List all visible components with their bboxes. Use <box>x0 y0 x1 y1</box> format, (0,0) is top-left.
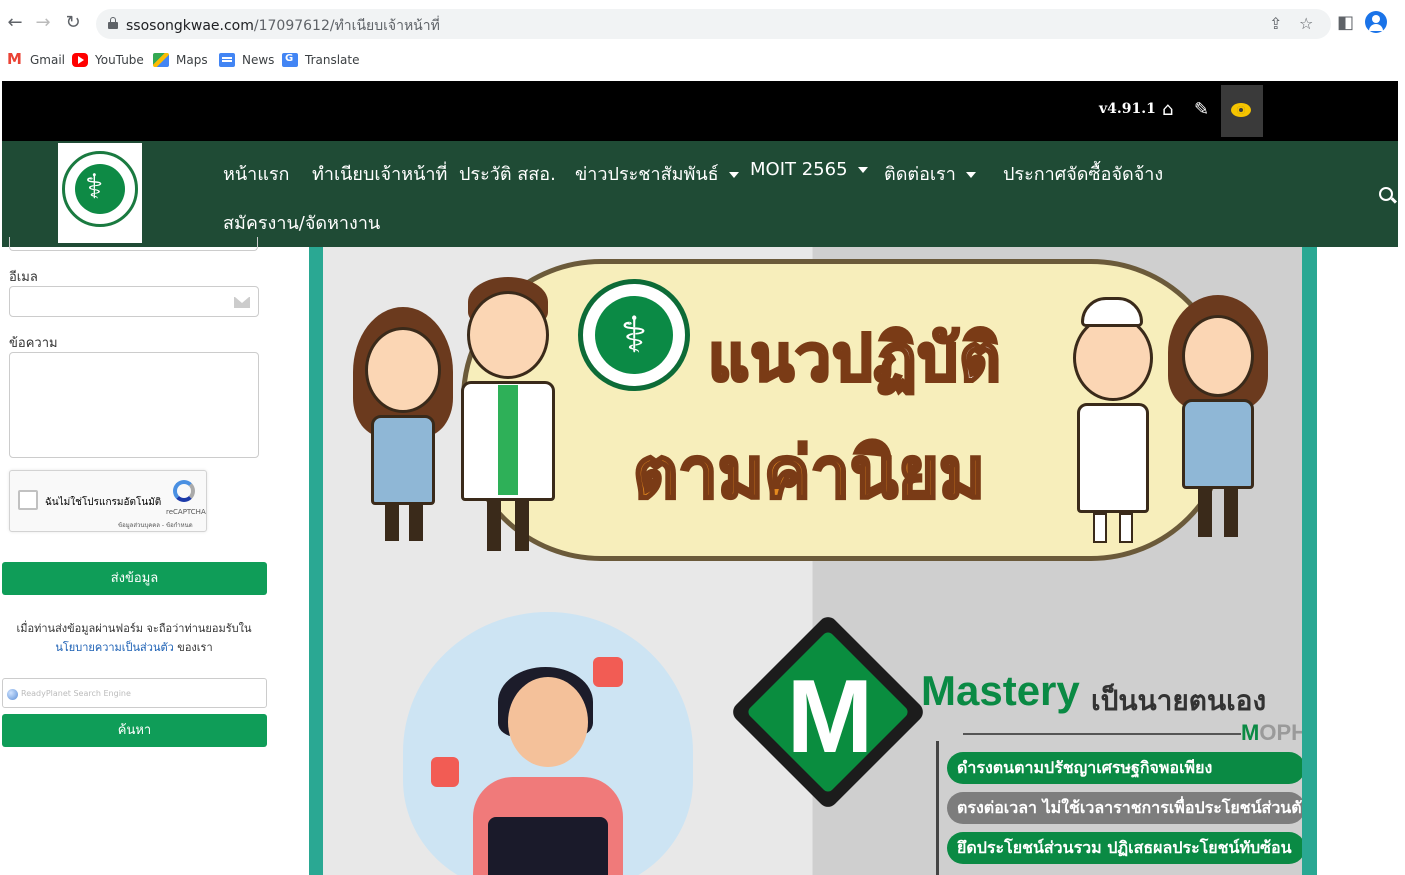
eye-icon <box>1231 103 1251 117</box>
profile-avatar-icon[interactable] <box>1365 11 1387 33</box>
moph-wordmark: MOPH <box>1241 720 1302 745</box>
illustration-woman-face <box>508 677 588 767</box>
nav-item-procurement[interactable]: ประกาศจัดซื้อจัดจ้าง <box>1003 159 1163 188</box>
translate-icon <box>282 53 298 67</box>
home-icon[interactable]: ⌂ <box>1162 99 1173 120</box>
address-bar[interactable]: ssosongkwae.com/17097612/ทำเนียบเจ้าหน้า… <box>96 9 1331 39</box>
cartoon-nurse-icon <box>1063 297 1163 547</box>
banner-title-line2: ตามค่านิยม <box>631 431 986 516</box>
submit-button[interactable]: ส่งข้อมูล <box>2 562 267 595</box>
cartoon-staff-woman-icon <box>353 307 453 547</box>
recaptcha-brand: reCAPTCHA <box>166 508 206 516</box>
nav-item-moit[interactable]: MOIT 2565 <box>750 159 868 180</box>
megaphone-icon <box>431 757 459 787</box>
values-banner: ⚕ แนวปฏิบัติ ตามค่านิยม M Mastery เป็นนา… <box>309 247 1317 875</box>
search-icon[interactable] <box>1379 187 1393 201</box>
banner-image: ⚕ แนวปฏิบัติ ตามค่านิยม M Mastery เป็นนา… <box>323 247 1302 875</box>
maps-icon <box>153 53 169 67</box>
nav-item-contact[interactable]: ติดต่อเรา <box>884 159 976 188</box>
privacy-policy-link[interactable]: นโยบายความเป็นส่วนตัว <box>55 641 173 654</box>
bookmark-maps[interactable]: Maps <box>153 53 208 67</box>
moph-divider <box>963 733 1241 735</box>
name-field[interactable] <box>9 237 258 251</box>
nav-item-home[interactable]: หน้าแรก <box>223 159 289 188</box>
recaptcha-links[interactable]: ข้อมูลส่วนบุคคล - ข้อกำหนด <box>118 520 193 530</box>
reload-icon[interactable]: ↻ <box>62 12 84 34</box>
email-field[interactable] <box>9 286 259 317</box>
site-search-input[interactable]: ReadyPlanet Search Engine <box>2 678 267 708</box>
slogan-1: ดำรงตนตามปรัชญาเศรษฐกิจพอเพียง <box>947 752 1302 784</box>
back-arrow-icon[interactable]: ← <box>4 12 26 34</box>
readyplanet-logo-icon <box>7 689 18 700</box>
bookmark-news[interactable]: News <box>219 53 274 67</box>
caret-down-icon <box>728 172 739 178</box>
star-icon[interactable]: ☆ <box>1299 14 1313 33</box>
bookmark-youtube[interactable]: YouTube <box>72 53 144 67</box>
caret-down-icon <box>965 172 976 178</box>
side-panel-icon[interactable]: ◧ <box>1337 12 1354 33</box>
bookmark-gmail[interactable]: Gmail <box>7 50 65 68</box>
nav-item-staff-directory[interactable]: ทำเนียบเจ้าหน้าที่ <box>312 159 447 188</box>
message-label: ข้อความ <box>9 336 58 351</box>
nav-item-news[interactable]: ข่าวประชาสัมพันธ์ <box>575 159 739 188</box>
mastery-title: Mastery <box>921 667 1080 714</box>
mastery-thai-title: เป็นนายตนเอง <box>1091 684 1267 717</box>
bookmark-translate[interactable]: Translate <box>282 53 360 67</box>
browser-toolbar: ← → ↻ ssosongkwae.com/17097612/ทำเนียบเจ… <box>0 0 1405 44</box>
lock-icon <box>108 17 118 29</box>
accessibility-eye-button[interactable] <box>1221 85 1263 137</box>
chat-bubble-icon <box>593 657 623 687</box>
version-label: v4.91.1 <box>1099 101 1156 117</box>
privacy-note: เมื่อท่านส่งข้อมูลผ่านฟอร์ม จะถือว่าท่าน… <box>0 619 268 657</box>
pencil-icon[interactable]: ✎ <box>1194 99 1209 120</box>
envelope-icon <box>234 297 250 308</box>
recaptcha-label: ฉันไม่ใช่โปรแกรมอัตโนมัติ <box>45 497 162 508</box>
nav-item-jobs[interactable]: สมัครงาน/จัดหางาน <box>223 208 380 237</box>
main-navbar: หน้าแรก ทำเนียบเจ้าหน้าที่ ประวัติ สสอ. … <box>2 141 1398 247</box>
privacy-note-suffix: ของเรา <box>173 641 213 654</box>
recaptcha-logo-icon <box>173 480 195 502</box>
privacy-note-text: เมื่อท่านส่งข้อมูลผ่านฟอร์ม จะถือว่าท่าน… <box>16 622 252 635</box>
slogan-2: ตรงต่อเวลา ไม่ใช้เวลาราชการเพื่อประโยชน์… <box>947 792 1302 824</box>
cartoon-doctor-icon <box>453 277 563 557</box>
search-placeholder: ReadyPlanet Search Engine <box>21 689 131 698</box>
moph-seal-icon <box>62 151 138 227</box>
forward-arrow-icon[interactable]: → <box>32 12 54 34</box>
slogan-3: ยึดประโยชน์ส่วนรวม ปฏิเสธผลประโยชน์ทับซ้… <box>947 832 1302 864</box>
caret-down-icon <box>857 167 868 173</box>
slogan-bar <box>936 741 939 875</box>
email-label: อีเมล <box>9 270 38 285</box>
cartoon-officer-woman-icon <box>1168 295 1268 545</box>
mastery-m-letter: M <box>786 659 874 775</box>
recaptcha-widget: ฉันไม่ใช่โปรแกรมอัตโนมัติ reCAPTCHA ข้อม… <box>9 470 207 532</box>
share-icon[interactable]: ⇪ <box>1269 14 1282 33</box>
moph-logo-icon: ⚕ <box>578 279 690 391</box>
site-topbar: v4.91.1 ⌂ ✎ <box>2 81 1398 141</box>
news-icon <box>219 53 235 67</box>
contact-form: อีเมล ข้อความ ฉันไม่ใช่โปรแกรมอัตโนมัติ … <box>0 237 300 875</box>
site-logo[interactable] <box>58 143 142 243</box>
gmail-icon <box>7 50 23 68</box>
nav-item-history[interactable]: ประวัติ สสอ. <box>459 159 556 188</box>
recaptcha-checkbox[interactable] <box>18 490 38 510</box>
banner-title-line1: แนวปฏิบัติ <box>707 321 1003 398</box>
laptop-icon <box>488 817 608 875</box>
bookmarks-bar: Gmail YouTube Maps News Translate <box>0 46 1405 76</box>
search-button[interactable]: ค้นหา <box>2 714 267 747</box>
youtube-icon <box>72 53 88 67</box>
message-textarea[interactable] <box>9 352 259 458</box>
url-text: ssosongkwae.com/17097612/ทำเนียบเจ้าหน้า… <box>126 18 440 34</box>
